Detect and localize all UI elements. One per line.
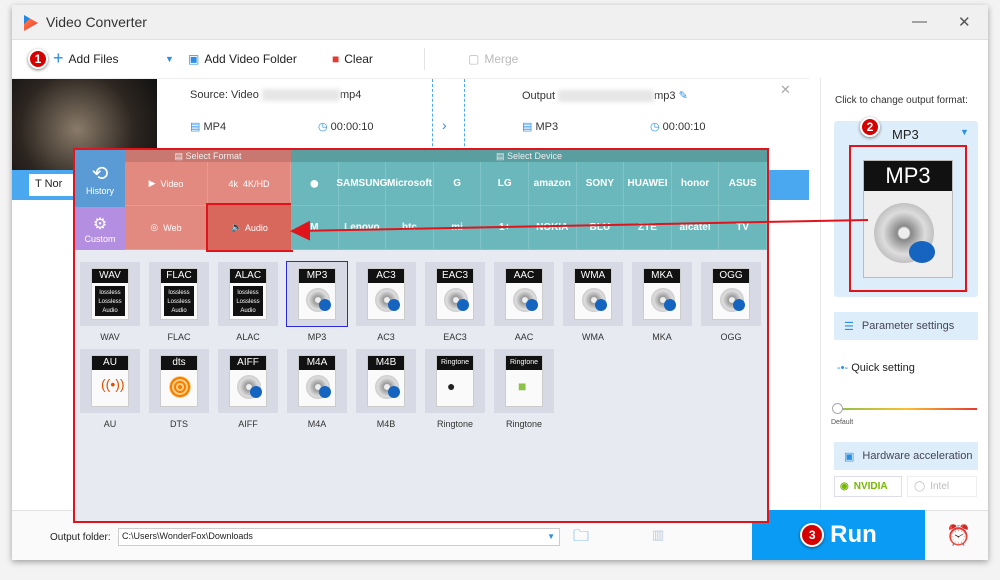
annotation-arrow (290, 219, 869, 241)
